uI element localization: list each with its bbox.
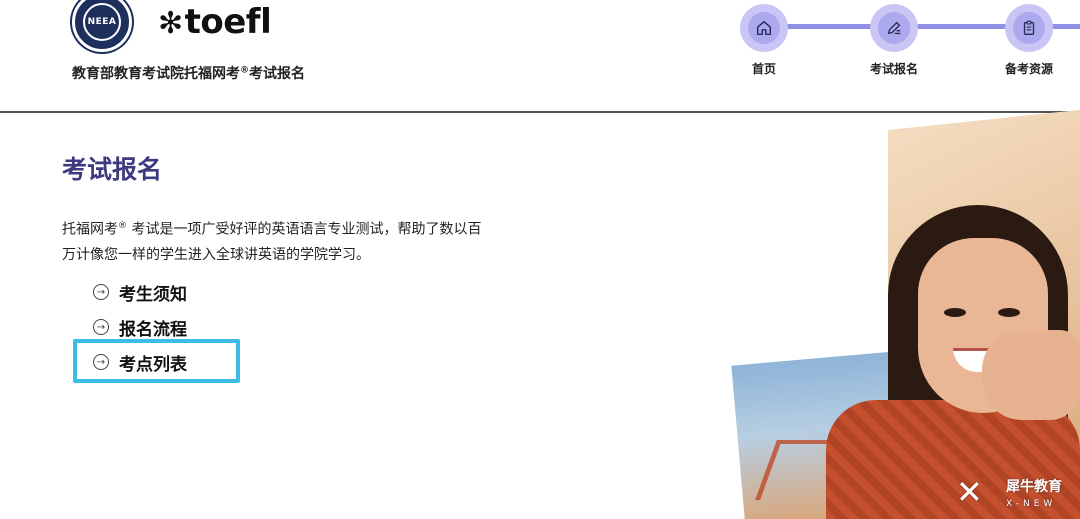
- circle-arrow-right-icon: →: [93, 319, 109, 335]
- x-logo-icon: ✕: [956, 473, 983, 511]
- page-title: 考试报名: [62, 155, 163, 184]
- highlight-box: [73, 339, 240, 383]
- circle-arrow-right-icon: →: [93, 284, 109, 300]
- clipboard-icon: [1023, 20, 1035, 35]
- home-icon: [756, 20, 772, 36]
- site-header: NEEA ✻toefl 教育部教育考试院托福网考®考试报名 首页 考试报名 备考…: [0, 0, 1080, 113]
- nav-step-register[interactable]: 考试报名: [854, 0, 934, 80]
- nav-label-register: 考试报名: [869, 62, 918, 76]
- intro-paragraph: 托福网考® 考试是一项广受好评的英语语言专业测试，帮助了数以百万计像您一样的学生…: [62, 221, 482, 263]
- nav-step-resources[interactable]: 备考资源: [989, 0, 1069, 80]
- nav-label-resources: 备考资源: [1004, 62, 1053, 76]
- menu-item-registration-process[interactable]: → 报名流程: [93, 315, 187, 340]
- edit-icon: [887, 21, 901, 35]
- nav-step-home[interactable]: 首页: [724, 0, 804, 80]
- nav-label-home: 首页: [751, 62, 776, 76]
- toefl-logo[interactable]: ✻toefl: [158, 2, 272, 42]
- neea-logo[interactable]: NEEA: [72, 0, 132, 52]
- asterisk-icon: ✻: [158, 6, 183, 41]
- watermark-logo: ✕ 犀牛教育 X-NEW: [956, 473, 1062, 511]
- student-hand: [982, 330, 1080, 420]
- site-subtitle: 教育部教育考试院托福网考®考试报名: [72, 65, 305, 82]
- hero-photo: [731, 109, 1080, 519]
- menu-item-candidate-notes[interactable]: → 考生须知: [93, 280, 187, 305]
